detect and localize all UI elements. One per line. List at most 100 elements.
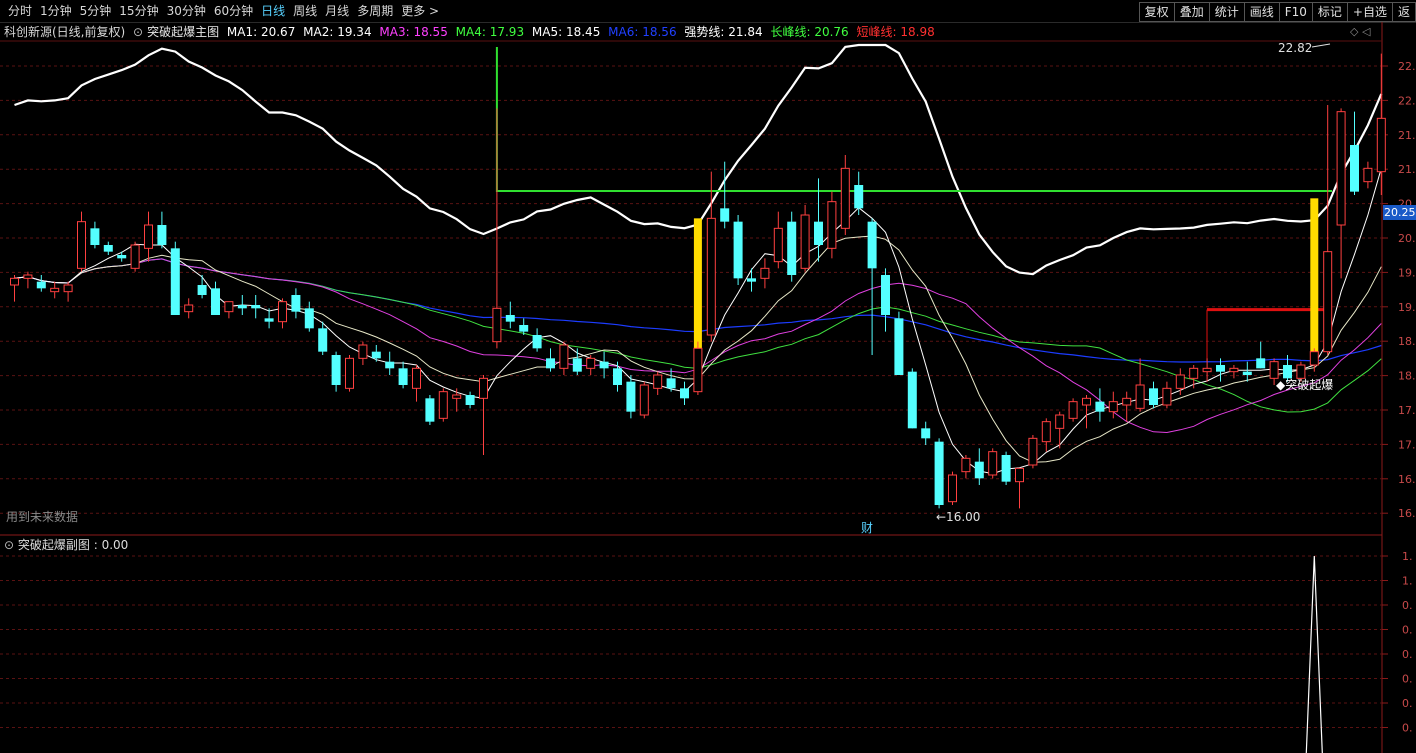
sub-y-tick-label: 0. — [1402, 648, 1413, 661]
sub-chart-title-bar: ⊙ 突破起爆副图 : 0.00 — [4, 536, 128, 554]
kline-chart[interactable]: 22.22.21.21.20.20.19.19.18.18.17.17.16.1… — [0, 0, 1416, 753]
candle-up — [639, 384, 649, 416]
y-tick-label: 22. — [1398, 60, 1416, 73]
candle-up — [988, 451, 998, 476]
candle-up — [1175, 374, 1185, 389]
candle-up — [1269, 361, 1279, 379]
y-tick-label: 16. — [1398, 507, 1416, 520]
candle-up — [452, 394, 462, 399]
candle-down — [881, 275, 890, 315]
candle-up — [773, 227, 783, 263]
candle-up — [1028, 437, 1038, 466]
candle-up — [559, 344, 569, 369]
y-tick-label: 18. — [1398, 370, 1416, 383]
candle-down — [934, 441, 944, 505]
candle-up — [438, 391, 448, 419]
candle-down — [666, 378, 676, 389]
candle-up — [1202, 367, 1212, 373]
candle-down — [371, 351, 381, 359]
candle-up — [479, 377, 488, 399]
y-tick-label: 18. — [1398, 335, 1416, 348]
low-price-label: ←16.00 — [936, 510, 980, 524]
candle-down — [1216, 365, 1225, 372]
candle-down — [331, 355, 341, 385]
sub-y-tick-label: 1. — [1402, 575, 1413, 588]
candle-down — [519, 325, 529, 332]
signal-bar — [1310, 198, 1319, 352]
sub-y-tick-label: 0. — [1402, 722, 1413, 735]
candle-up — [1108, 401, 1118, 413]
high-price-arrow — [1311, 43, 1331, 48]
candle-down — [921, 428, 931, 439]
candle-up — [1229, 367, 1239, 373]
candle-down — [264, 318, 274, 322]
candle-down — [505, 315, 515, 322]
candle-up — [706, 217, 716, 336]
y-tick-label: 17. — [1398, 438, 1416, 451]
candle-up — [1189, 367, 1199, 379]
candle-down — [854, 185, 864, 209]
candle-down — [907, 371, 917, 429]
candle-down — [251, 305, 261, 309]
candle-up — [1162, 387, 1172, 406]
candle-up — [1055, 414, 1065, 429]
y-tick-label: 21. — [1398, 163, 1416, 176]
current-price-tag: 20.25 — [1383, 205, 1416, 220]
candle-down — [170, 248, 180, 315]
candle-down — [465, 395, 475, 405]
candle-down — [385, 361, 395, 369]
candle-down — [103, 245, 113, 252]
candle-down — [572, 358, 582, 372]
candle-down — [867, 221, 877, 269]
candle-up — [23, 274, 33, 279]
candle-down — [626, 381, 636, 412]
candle-up — [1336, 111, 1346, 226]
y-tick-label: 20. — [1398, 232, 1416, 245]
y-tick-label: 21. — [1398, 129, 1416, 142]
candle-down — [599, 361, 609, 369]
sub-chart-menu-icon[interactable]: ⊙ — [4, 538, 14, 552]
candle-up — [492, 307, 502, 343]
candle-up — [1323, 251, 1333, 353]
candle-up — [1363, 167, 1373, 183]
sub-y-tick-label: 0. — [1402, 673, 1413, 686]
candle-up — [1122, 397, 1132, 406]
y-tick-label: 22. — [1398, 94, 1416, 107]
sub-y-tick-label: 0. — [1402, 697, 1413, 710]
candle-down — [1095, 401, 1105, 412]
y-tick-label: 19. — [1398, 301, 1416, 314]
candle-down — [304, 308, 314, 329]
candle-down — [318, 328, 328, 352]
candle-down — [117, 255, 127, 259]
candle-down — [1001, 455, 1011, 482]
candle-down — [425, 398, 435, 422]
candle-up — [50, 287, 60, 293]
candle-up — [1068, 401, 1078, 419]
candle-down — [211, 288, 220, 315]
candle-up — [345, 357, 354, 389]
candle-up — [1296, 364, 1306, 379]
candle-down — [1283, 365, 1292, 379]
candle-up — [144, 224, 153, 249]
candle-up — [358, 344, 368, 359]
candle-down — [894, 318, 904, 375]
candle-down — [398, 368, 408, 385]
candle-down — [197, 285, 207, 295]
finance-marker: 财 — [861, 521, 873, 535]
sub-y-tick-label: 0. — [1402, 599, 1413, 612]
candle-up — [840, 167, 850, 229]
candle-down — [680, 388, 689, 399]
candle-down — [1350, 145, 1359, 192]
candle-up — [130, 244, 140, 269]
candle-up — [278, 301, 287, 323]
candle-down — [1242, 371, 1252, 375]
signal-bar — [693, 218, 702, 352]
sub-y-tick-label: 0. — [1402, 624, 1413, 637]
candle-down — [787, 221, 797, 275]
candle-up — [412, 367, 421, 389]
candle-up — [827, 201, 837, 249]
candle-down — [814, 221, 823, 245]
candle-up — [653, 374, 663, 389]
sub-chart-title[interactable]: 突破起爆副图 : 0.00 — [18, 538, 128, 552]
candle-down — [974, 461, 984, 479]
